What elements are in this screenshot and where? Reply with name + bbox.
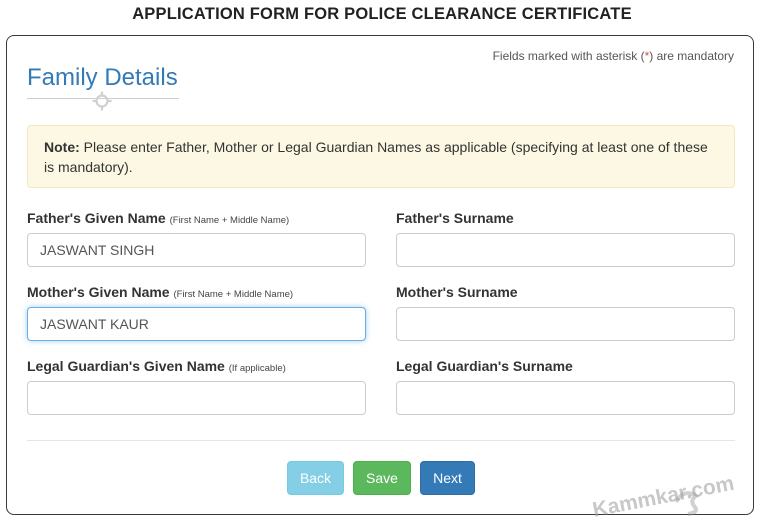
next-button[interactable]: Next bbox=[420, 461, 475, 495]
guardian-given-name-hint: (If applicable) bbox=[228, 363, 286, 374]
mother-given-name-hint: (First Name + Middle Name) bbox=[173, 289, 294, 300]
guardian-surname-label: Legal Guardian's Surname bbox=[396, 358, 573, 374]
father-surname-input[interactable] bbox=[396, 233, 735, 267]
guardian-given-name-input[interactable] bbox=[27, 381, 366, 415]
guardian-given-name-label-text: Legal Guardian's Given Name bbox=[27, 358, 225, 374]
mother-given-name-label-text: Mother's Given Name bbox=[27, 284, 170, 300]
father-given-name-input[interactable] bbox=[27, 233, 366, 267]
note-box: Note: Please enter Father, Mother or Leg… bbox=[27, 125, 735, 188]
mandatory-prefix: Fields marked with asterisk ( bbox=[492, 49, 645, 63]
page-title: APPLICATION FORM FOR POLICE CLEARANCE CE… bbox=[132, 5, 632, 23]
note-text: Please enter Father, Mother or Legal Gua… bbox=[44, 139, 708, 175]
father-given-name-label-text: Father's Given Name bbox=[27, 210, 166, 226]
family-details-panel: Fields marked with asterisk (*) are mand… bbox=[6, 35, 754, 515]
note-label: Note: bbox=[44, 139, 80, 155]
mother-surname-input[interactable] bbox=[396, 307, 735, 341]
mother-surname-label: Mother's Surname bbox=[396, 284, 518, 300]
mother-given-name-label: Mother's Given Name (First Name + Middle… bbox=[27, 284, 293, 300]
back-button[interactable]: Back bbox=[287, 461, 344, 495]
mother-given-name-input[interactable] bbox=[27, 307, 366, 341]
mandatory-fields-note: Fields marked with asterisk (*) are mand… bbox=[493, 49, 734, 63]
save-button[interactable]: Save bbox=[353, 461, 411, 495]
form-divider bbox=[27, 440, 735, 441]
crosshair-icon bbox=[92, 91, 112, 111]
guardian-surname-input[interactable] bbox=[396, 381, 735, 415]
mandatory-suffix: ) are mandatory bbox=[649, 49, 734, 63]
father-given-name-hint: (First Name + Middle Name) bbox=[169, 215, 290, 226]
section-title: Family Details bbox=[27, 64, 178, 91]
father-surname-label: Father's Surname bbox=[396, 210, 514, 226]
guardian-given-name-label: Legal Guardian's Given Name (If applicab… bbox=[27, 358, 286, 374]
father-given-name-label: Father's Given Name (First Name + Middle… bbox=[27, 210, 289, 226]
